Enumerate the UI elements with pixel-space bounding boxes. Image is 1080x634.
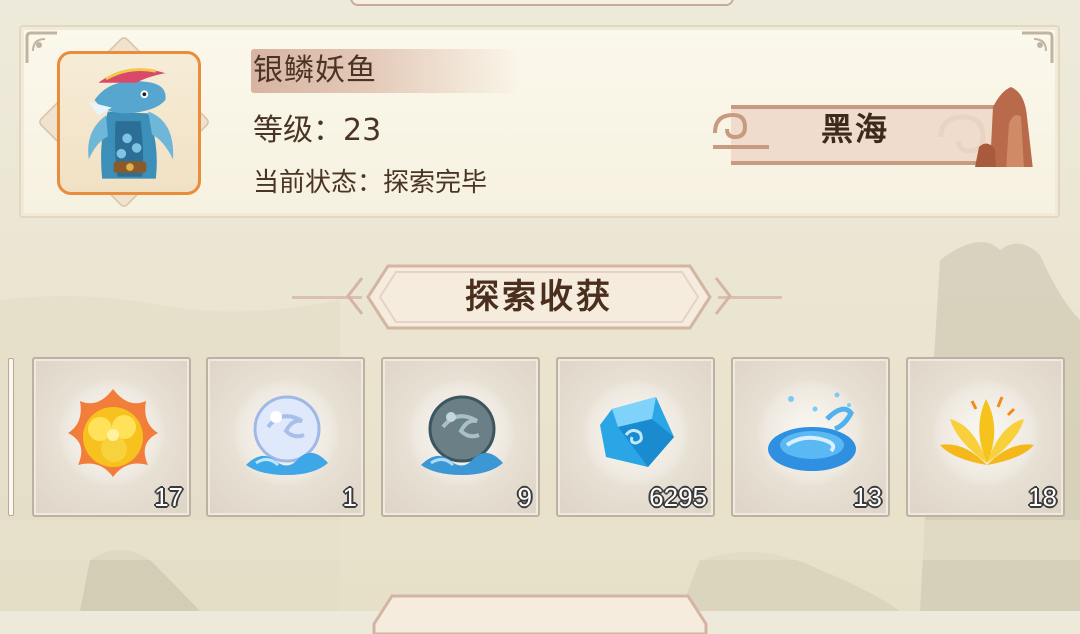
reward-slot-water-swirl[interactable]: 13	[731, 357, 890, 517]
reward-count: 6295	[649, 482, 707, 512]
corner-ornament-icon	[1022, 31, 1054, 63]
reward-slot-white-orb[interactable]: 1	[206, 357, 365, 517]
reward-count: 9	[517, 482, 532, 512]
reward-count: 13	[853, 482, 882, 512]
reward-count: 18	[1028, 482, 1057, 512]
character-card: 银鳞妖鱼 等级：23 当前状态：探索完毕 黑海	[19, 25, 1060, 218]
reward-slot-flame-flower[interactable]: 17	[32, 357, 191, 517]
blue-crystal-icon	[600, 397, 674, 467]
character-level: 等级：23	[253, 113, 382, 148]
reward-count: 1	[342, 482, 357, 512]
golden-lotus-icon	[940, 396, 1034, 465]
next-section-header-frame	[372, 594, 708, 634]
chevron-left-icon	[346, 277, 364, 315]
reward-slot-golden-lotus[interactable]: 18	[906, 357, 1065, 517]
section-title: 探索收获	[465, 277, 613, 317]
exploration-status: 当前状态：探索完毕	[253, 168, 488, 198]
dark-water-orb-icon	[421, 395, 503, 475]
reward-count: 17	[154, 482, 183, 512]
location-label: 黑海	[821, 110, 890, 148]
reward-slot-dark-orb[interactable]: 9	[381, 357, 540, 517]
corner-ornament-icon	[25, 31, 57, 63]
fish-demon-portrait-icon	[88, 68, 174, 179]
golden-flame-flower-icon	[68, 389, 158, 477]
white-water-orb-icon	[246, 395, 328, 475]
reward-slot-blue-crystal[interactable]: 6295	[556, 357, 715, 517]
reward-list-edge	[8, 358, 14, 516]
character-name: 银鳞妖鱼	[253, 53, 377, 88]
chevron-right-icon	[714, 277, 732, 315]
avatar[interactable]	[57, 51, 201, 195]
blue-water-swirl-icon	[768, 392, 856, 471]
top-panel-tab	[350, 0, 734, 6]
